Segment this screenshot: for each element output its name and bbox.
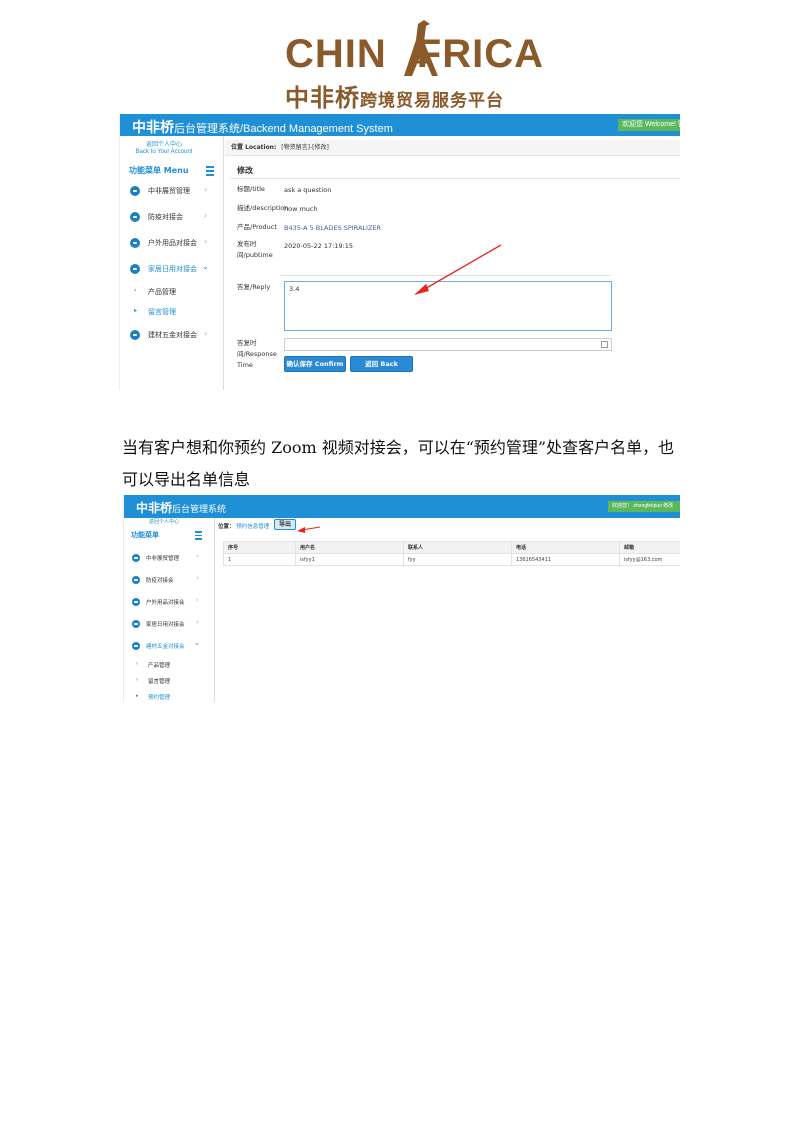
logo-subtitle-big: 中非桥 — [285, 84, 360, 112]
chevron-right-icon: › — [196, 618, 199, 626]
sidebar-item-label: 建材五金对接会 — [146, 644, 185, 650]
col-header-index: 序号 — [223, 541, 296, 554]
cell-contact: fyy — [403, 553, 512, 566]
col-header-phone: 电话 — [511, 541, 620, 554]
bullet-icon: › — [136, 661, 138, 667]
edit-message-screenshot: 中非桥后台管理系统/Backend Management System 欢迎您 … — [119, 114, 680, 390]
sub-item-products[interactable]: › 产品管理 — [136, 661, 170, 669]
sidebar-item-label: 家居日用对接会 — [146, 622, 185, 628]
sub-item-label: 预约管理 — [148, 695, 171, 701]
sidebar-item-epidemic[interactable]: 防疫对接会 › — [124, 574, 215, 586]
chinafrica-logo: CHIN FRICA 中非桥跨境贸易服务平台 — [0, 18, 800, 112]
table-header-row: 序号 用户名 联系人 电话 邮箱 — [223, 541, 680, 554]
sub-item-appointments[interactable]: ▸ 预约管理 — [136, 693, 170, 701]
sidebar-item-label: 户外用品对接会 — [146, 600, 185, 606]
red-arrow-annotation — [414, 244, 502, 295]
cell-index: 1 — [223, 553, 296, 566]
giraffe-icon — [404, 20, 438, 76]
col-header-contact: 联系人 — [403, 541, 512, 554]
sidebar-item-label: 防疫对接会 — [146, 578, 174, 584]
col-header-username: 用户名 — [295, 541, 404, 554]
sidebar-item-household[interactable]: 家居日用对接会 › — [124, 618, 215, 630]
menu-circle-icon — [132, 620, 140, 628]
instruction-paragraph: 当有客户想和你预约 Zoom 视频对接会，可以在“预约管理”处查客户名单，也 可… — [122, 432, 682, 496]
paragraph-line2: 可以导出名单信息 — [122, 470, 251, 489]
menu-circle-icon — [132, 576, 140, 584]
logo-subtitle-rest: 跨境贸易服务平台 — [360, 91, 504, 111]
bullet-icon: › — [136, 677, 138, 683]
chevron-right-icon: › — [196, 596, 199, 604]
table-row[interactable]: 1 isfyy1 fyy 13616543411 isfyy@163.com — [223, 553, 680, 566]
sidebar-item-building[interactable]: 建材五金对接会 ⌄ — [124, 639, 215, 652]
sub-item-messages[interactable]: › 留言管理 — [136, 677, 170, 685]
appointment-table: 序号 用户名 联系人 电话 邮箱 1 isfyy1 fyy 1361654341… — [223, 541, 680, 566]
appointment-list-screenshot: 中非桥后台管理系统 欢迎您！ zhongfeiqiao 修改 返回个人中心 功能… — [123, 495, 680, 702]
menu-circle-icon — [132, 554, 140, 562]
chevron-down-icon: ⌄ — [194, 639, 200, 647]
sub-item-label: 产品管理 — [148, 663, 171, 669]
menu-circle-icon — [132, 642, 140, 650]
logo-subtitle: 中非桥跨境贸易服务平台 — [285, 78, 525, 113]
sidebar-item-label: 中非展贸管理 — [146, 556, 180, 562]
col-header-email: 邮箱 — [619, 541, 680, 554]
chevron-right-icon: › — [196, 574, 199, 582]
paragraph-line1: 当有客户想和你预约 Zoom 视频对接会，可以在“预约管理”处查客户名单，也 — [122, 438, 675, 457]
cell-email: isfyy@163.com — [619, 553, 680, 566]
menu-circle-icon — [132, 598, 140, 606]
bullet-icon: ▸ — [136, 693, 139, 699]
sub-item-label: 留言管理 — [148, 679, 171, 685]
cell-username: isfyy1 — [295, 553, 404, 566]
logo-word-left: CHIN — [285, 32, 387, 76]
sidebar-item-outdoor[interactable]: 户外用品对接会 › — [124, 596, 215, 608]
cell-phone: 13616543411 — [511, 553, 620, 566]
